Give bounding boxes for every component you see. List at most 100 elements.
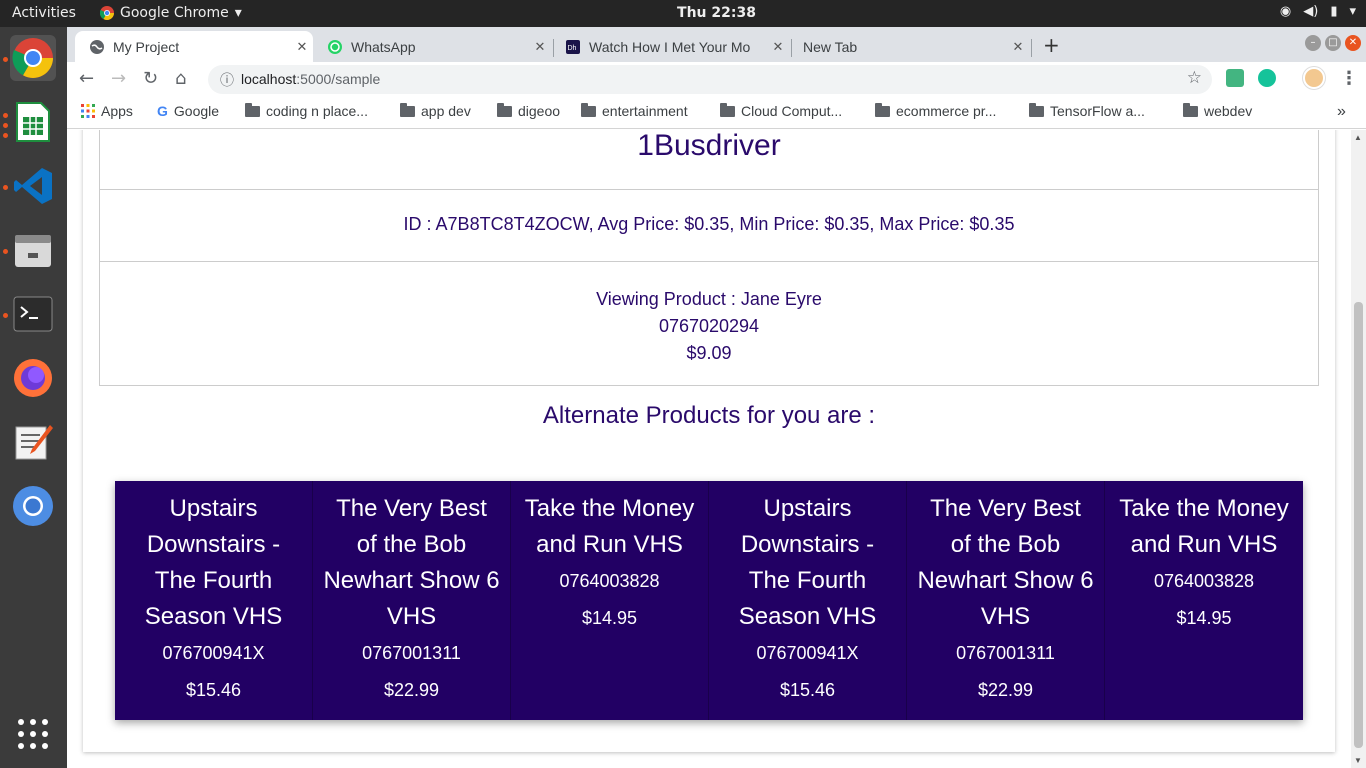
files-launcher[interactable] xyxy=(10,227,56,273)
url-text: localhost:5000/sample xyxy=(241,71,380,87)
product-name: The Very Best of the Bob Newhart Show 6 … xyxy=(917,495,1094,630)
chromium-launcher[interactable] xyxy=(10,483,56,529)
folder-icon xyxy=(720,102,735,117)
svg-text:Dh: Dh xyxy=(568,45,577,52)
files-icon xyxy=(15,235,51,267)
bookmark-folder-webdev[interactable]: webdev xyxy=(1183,102,1252,119)
scroll-down-icon[interactable]: ▼ xyxy=(1354,756,1362,765)
grammarly-icon[interactable] xyxy=(1258,69,1276,87)
close-icon[interactable]: ✕ xyxy=(767,39,789,55)
alternate-product-card[interactable]: Take the Money and Run VHS 0764003828 $1… xyxy=(1105,481,1303,720)
clock[interactable]: Thu 22:38 xyxy=(0,5,1366,21)
text-editor-launcher[interactable] xyxy=(10,419,56,465)
bookmark-folder-tensorflow[interactable]: TensorFlow a... xyxy=(1029,102,1145,119)
chrome-launcher[interactable] xyxy=(10,35,56,81)
seller-name: 1Busdriver xyxy=(100,130,1318,190)
folder-icon xyxy=(875,102,890,117)
terminal-launcher[interactable] xyxy=(10,291,56,337)
viewing-product-asin: 0767020294 xyxy=(658,316,760,336)
bookmark-folder-app-dev[interactable]: app dev xyxy=(400,102,471,119)
product-price: $14.95 xyxy=(581,608,638,628)
tab-how-i-met-your-mother[interactable]: Dh Watch How I Met Your Mo ✕ xyxy=(551,31,789,62)
tab-my-project[interactable]: My Project ✕ xyxy=(75,31,313,62)
scroll-up-icon[interactable]: ▲ xyxy=(1354,133,1362,142)
product-price: $15.46 xyxy=(185,680,242,700)
info-icon[interactable]: ⓘ xyxy=(220,70,234,90)
spreadsheet-icon xyxy=(16,102,50,142)
bookmark-folder-ecommerce[interactable]: ecommerce pr... xyxy=(875,102,997,119)
folder-icon xyxy=(245,102,260,117)
url-path: :5000/sample xyxy=(296,71,381,87)
home-button[interactable]: ⌂ xyxy=(175,68,186,89)
browser-toolbar: ← → ↻ ⌂ ⓘ localhost:5000/sample ☆ ⋮ xyxy=(67,62,1366,96)
viewing-product: Viewing Product : Jane Eyre 0767020294 $… xyxy=(100,262,1318,367)
back-button[interactable]: ← xyxy=(79,68,94,89)
alternate-product-card[interactable]: Take the Money and Run VHS 0764003828 $1… xyxy=(511,481,709,720)
bookmark-label: Cloud Comput... xyxy=(741,103,843,119)
bookmark-folder-digeoo[interactable]: digeoo xyxy=(497,102,560,119)
system-tray[interactable]: ◉ ◀) ▮ ▾ xyxy=(1280,4,1356,19)
tab-separator xyxy=(1031,39,1032,57)
running-indicator xyxy=(3,313,8,318)
bookmark-folder-entertainment[interactable]: entertainment xyxy=(581,102,688,119)
product-name: Take the Money and Run VHS xyxy=(524,495,695,558)
folder-icon xyxy=(400,102,415,117)
vertical-scrollbar[interactable]: ▲ ▼ xyxy=(1351,130,1366,768)
bookmark-label: ecommerce pr... xyxy=(896,103,997,119)
forward-button[interactable]: → xyxy=(111,68,126,89)
tab-new-tab[interactable]: New Tab ✕ xyxy=(789,31,1029,62)
seller-info-box: 1Busdriver ID : A7B8TC8T4ZOCW, Avg Price… xyxy=(99,130,1319,386)
app-grid-icon xyxy=(18,719,48,749)
alternate-product-card[interactable]: The Very Best of the Bob Newhart Show 6 … xyxy=(907,481,1105,720)
page-viewport: 1Busdriver ID : A7B8TC8T4ZOCW, Avg Price… xyxy=(67,130,1366,768)
product-asin: 076700941X xyxy=(756,643,859,663)
seller-stats: ID : A7B8TC8T4ZOCW, Avg Price: $0.35, Mi… xyxy=(100,190,1318,262)
close-window-button[interactable]: ✕ xyxy=(1345,35,1361,51)
tab-whatsapp[interactable]: WhatsApp ✕ xyxy=(313,31,551,62)
vscode-launcher[interactable] xyxy=(10,163,56,209)
close-icon[interactable]: ✕ xyxy=(291,39,313,55)
bookmark-label: TensorFlow a... xyxy=(1050,103,1145,119)
avatar[interactable] xyxy=(1303,67,1325,89)
battery-icon: ▮ xyxy=(1330,4,1338,19)
folder-icon xyxy=(1183,102,1198,117)
product-name: Upstairs Downstairs - The Fourth Season … xyxy=(738,495,877,630)
bookmark-star-icon[interactable]: ☆ xyxy=(1187,68,1202,88)
tab-title: WhatsApp xyxy=(351,38,416,55)
google-icon: G xyxy=(157,103,168,119)
scrollbar-thumb[interactable] xyxy=(1354,302,1363,748)
alternate-product-card[interactable]: Upstairs Downstairs - The Fourth Season … xyxy=(115,481,313,720)
chromium-icon xyxy=(13,486,53,526)
new-tab-button[interactable]: + xyxy=(1043,33,1060,57)
folder-icon xyxy=(497,102,512,117)
chrome-icon xyxy=(12,38,53,78)
running-indicator xyxy=(3,133,8,138)
spreadsheet-launcher[interactable] xyxy=(10,99,56,145)
product-price: $15.46 xyxy=(779,680,836,700)
product-asin: 0767001311 xyxy=(956,643,1055,663)
product-price: $22.99 xyxy=(977,680,1034,700)
product-asin: 076700941X xyxy=(162,643,265,663)
minimize-button[interactable]: – xyxy=(1305,35,1321,51)
address-bar[interactable]: ⓘ localhost:5000/sample ☆ xyxy=(208,65,1212,94)
more-bookmarks-button[interactable]: » xyxy=(1337,103,1346,121)
maximize-button[interactable]: □ xyxy=(1325,35,1341,51)
close-icon[interactable]: ✕ xyxy=(529,39,551,55)
reload-button[interactable]: ↻ xyxy=(143,68,158,89)
close-icon[interactable]: ✕ xyxy=(1007,39,1029,55)
bookmark-label: entertainment xyxy=(602,103,688,119)
url-host: localhost xyxy=(241,71,297,87)
alternate-product-card[interactable]: Upstairs Downstairs - The Fourth Season … xyxy=(709,481,907,720)
bookmark-label: app dev xyxy=(421,103,471,119)
bookmark-google[interactable]: G Google xyxy=(157,103,219,119)
alternate-product-card[interactable]: The Very Best of the Bob Newhart Show 6 … xyxy=(313,481,511,720)
bookmark-apps[interactable]: Apps xyxy=(81,103,133,119)
firefox-launcher[interactable] xyxy=(10,355,56,401)
menu-icon[interactable]: ⋮ xyxy=(1340,68,1358,89)
bookmark-folder-coding[interactable]: coding n place... xyxy=(245,102,368,119)
product-name: The Very Best of the Bob Newhart Show 6 … xyxy=(323,495,500,630)
app-grid-button[interactable] xyxy=(10,711,56,757)
extension-icon[interactable] xyxy=(1226,69,1244,87)
running-indicator xyxy=(3,123,8,128)
bookmark-folder-cloud[interactable]: Cloud Comput... xyxy=(720,102,843,119)
